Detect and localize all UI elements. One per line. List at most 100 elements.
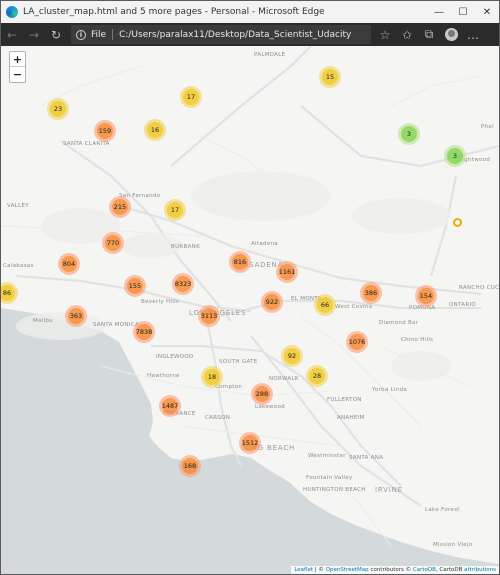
favorites-list-icon[interactable]: ✩	[396, 23, 418, 46]
cluster-marker[interactable]: 386	[360, 282, 382, 304]
cluster-count: 3113	[201, 308, 217, 324]
window-controls: — ☐ ✕	[427, 1, 499, 23]
cluster-marker[interactable]: 1076	[346, 331, 368, 353]
cluster-marker[interactable]: 17	[180, 86, 202, 108]
cluster-marker[interactable]: 154	[415, 285, 437, 307]
collections-icon[interactable]: ⧉	[418, 23, 440, 46]
cluster-marker[interactable]: 288	[251, 383, 273, 405]
cluster-marker[interactable]: 7838	[133, 321, 155, 343]
cluster-count: 1487	[162, 398, 178, 414]
edge-logo-icon	[6, 6, 18, 18]
place-label: Yorba Linda	[372, 387, 408, 393]
cluster-marker[interactable]: 363	[65, 305, 87, 327]
place-label: NORWALK	[269, 376, 299, 382]
avatar	[444, 28, 458, 41]
cluster-marker[interactable]: 804	[58, 253, 80, 275]
place-label: Malibu	[33, 318, 53, 324]
single-point-marker[interactable]	[453, 218, 462, 227]
zoom-control: + −	[9, 51, 26, 83]
cluster-count: 215	[112, 199, 128, 215]
address-bar[interactable]: i File C:/Users/paralax11/Desktop/Data_S…	[71, 25, 371, 44]
cluster-marker[interactable]: 17	[164, 199, 186, 221]
attribution-separator: | ©	[313, 567, 326, 573]
title-bar: LA_cluster_map.html and 5 more pages - P…	[1, 1, 499, 23]
cluster-marker[interactable]: 66	[314, 294, 336, 316]
place-label: RANCHO CUC	[459, 285, 499, 291]
more-menu-icon[interactable]: …	[462, 23, 484, 46]
cluster-marker[interactable]: 92	[281, 345, 303, 367]
map-attribution: Leaflet | © OpenStreetMap contributors ©…	[291, 566, 499, 574]
cluster-count: 92	[284, 348, 300, 364]
cluster-count: 86	[1, 285, 15, 301]
zoom-in-button[interactable]: +	[10, 52, 25, 67]
cluster-count: 159	[97, 123, 113, 139]
attribution-contributors: contributors ©	[368, 567, 413, 573]
place-label: Calabasas	[3, 263, 34, 269]
osm-link[interactable]: OpenStreetMap	[326, 567, 369, 573]
cluster-count: 1161	[279, 264, 295, 280]
place-label: Westminster	[308, 453, 346, 459]
attribution-comma: , CartoDB	[435, 567, 465, 573]
cluster-count: 18	[204, 369, 220, 385]
place-label: VALLEY	[7, 203, 29, 209]
url-text[interactable]: C:/Users/paralax11/Desktop/Data_Scientis…	[119, 30, 351, 40]
place-label: Fountain Valley	[306, 475, 353, 481]
forward-button[interactable]: →	[23, 23, 45, 46]
close-button[interactable]: ✕	[475, 1, 499, 23]
browser-window: LA_cluster_map.html and 5 more pages - P…	[0, 0, 500, 575]
maximize-button[interactable]: ☐	[451, 1, 475, 23]
cluster-marker[interactable]: 1161	[276, 261, 298, 283]
profile-button[interactable]	[440, 23, 462, 46]
browser-toolbar: ← → ↻ i File C:/Users/paralax11/Desktop/…	[1, 23, 499, 46]
place-label: HUNTINGTON BEACH	[303, 487, 366, 493]
place-label: FULLERTON	[327, 397, 362, 403]
zoom-out-button[interactable]: −	[10, 67, 25, 82]
cluster-count: 386	[363, 285, 379, 301]
cluster-count: 28	[309, 368, 325, 384]
cluster-count: 66	[317, 297, 333, 313]
cluster-marker[interactable]: 3	[444, 145, 466, 167]
place-label: SANTA ANA	[349, 455, 384, 461]
cluster-marker[interactable]: 922	[261, 291, 283, 313]
place-label: ONTARIO	[449, 302, 477, 308]
cluster-count: 17	[183, 89, 199, 105]
cluster-marker[interactable]: 159	[94, 120, 116, 142]
cluster-marker[interactable]: 3113	[198, 305, 220, 327]
cluster-marker[interactable]: 8323	[172, 273, 194, 295]
favorite-star-icon[interactable]: ☆	[374, 23, 396, 46]
cluster-count: 168	[182, 458, 198, 474]
place-label: Lake Forest	[425, 507, 460, 513]
cluster-marker[interactable]: 168	[179, 455, 201, 477]
place-label: West Covina	[335, 304, 373, 310]
cluster-marker[interactable]: 16	[144, 119, 166, 141]
place-label: Diamond Bar	[379, 320, 419, 326]
leaflet-link[interactable]: Leaflet	[294, 567, 313, 573]
cluster-marker[interactable]: 28	[306, 365, 328, 387]
place-label: Mission Viejo	[433, 542, 473, 548]
cluster-marker[interactable]: 155	[124, 275, 146, 297]
cluster-marker[interactable]: 816	[229, 251, 251, 273]
place-label: ANAHEIM	[337, 415, 365, 421]
cluster-marker[interactable]: 770	[102, 232, 124, 254]
cluster-marker[interactable]: 1512	[239, 432, 261, 454]
back-button[interactable]: ←	[1, 23, 23, 46]
attributions-link[interactable]: attributions	[464, 567, 496, 573]
place-label: Phel	[481, 124, 494, 130]
cluster-marker[interactable]: 23	[47, 98, 69, 120]
cluster-count: 922	[264, 294, 280, 310]
refresh-button[interactable]: ↻	[45, 23, 67, 46]
cluster-marker[interactable]: 3	[398, 123, 420, 145]
place-label: Chino Hills	[401, 337, 434, 343]
cluster-marker[interactable]: 18	[201, 366, 223, 388]
cluster-count: 1512	[242, 435, 258, 451]
minimize-button[interactable]: —	[427, 1, 451, 23]
window-title: LA_cluster_map.html and 5 more pages - P…	[23, 7, 325, 17]
cluster-count: 816	[232, 254, 248, 270]
cluster-map[interactable]: PALMDALE SANTA CLARITA San Fernando VALLEY B…	[1, 46, 499, 574]
cluster-marker[interactable]: 15	[319, 66, 341, 88]
cluster-marker[interactable]: 215	[109, 196, 131, 218]
cluster-marker[interactable]: 1487	[159, 395, 181, 417]
info-icon[interactable]: i	[76, 29, 86, 40]
cluster-count: 1076	[349, 334, 365, 350]
cartodb-link[interactable]: CartoDB	[413, 567, 436, 573]
